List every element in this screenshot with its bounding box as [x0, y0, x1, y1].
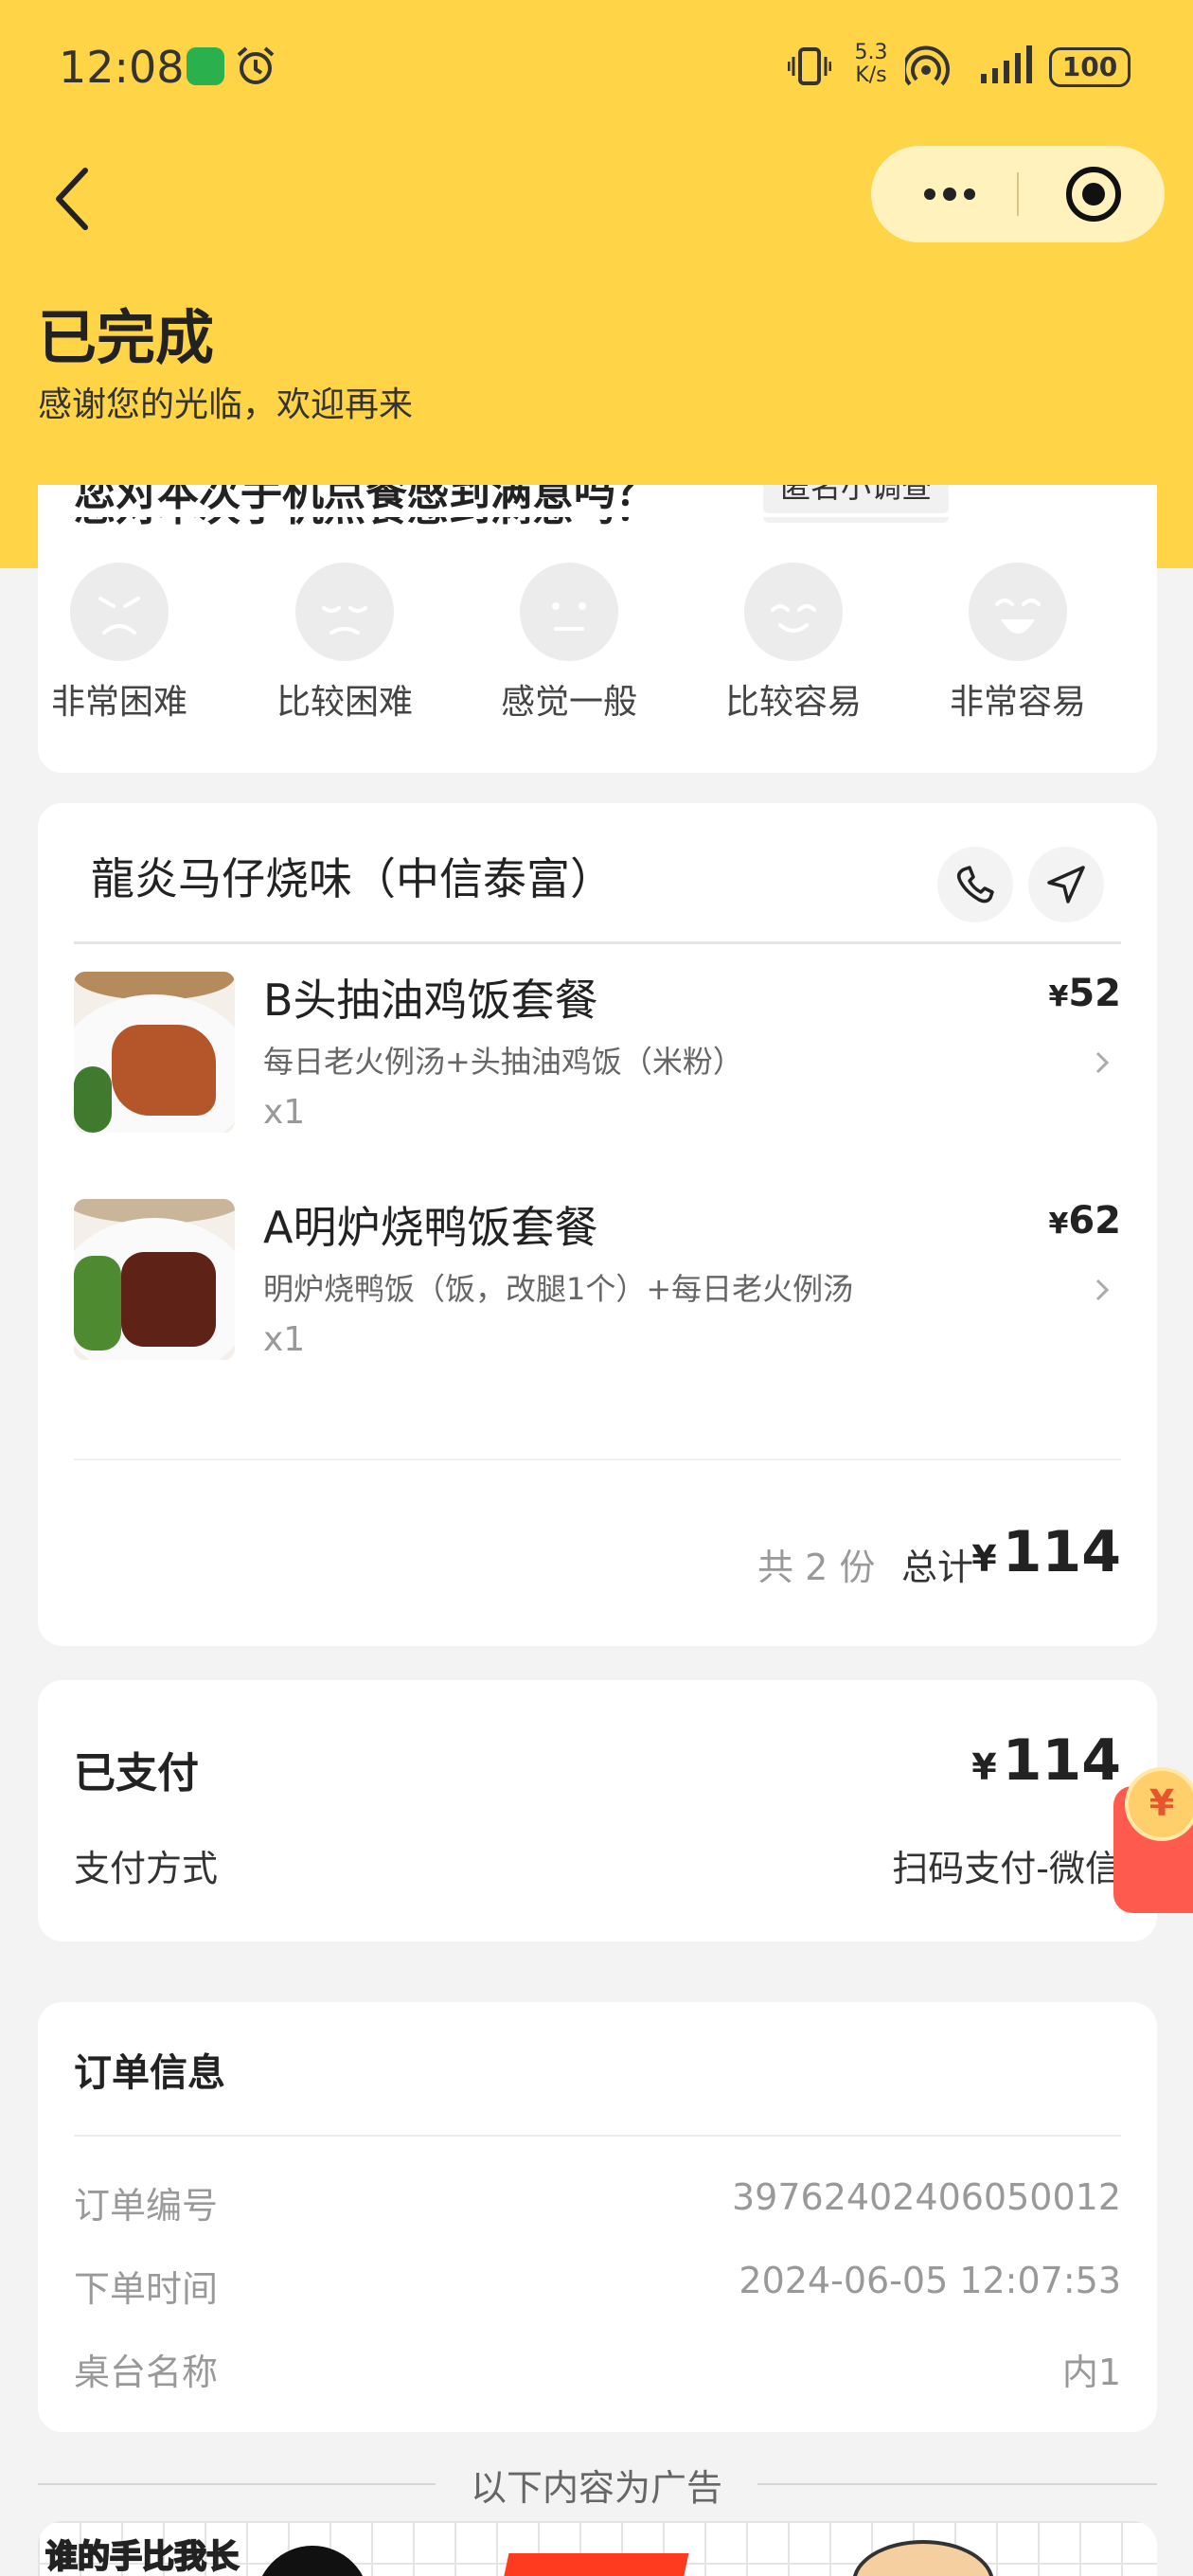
item-name: A明炉烧鸭饭套餐: [263, 1202, 598, 1253]
divider: [74, 2135, 1121, 2137]
red-packet-button[interactable]: ¥: [1113, 1767, 1193, 1913]
order-info-title: 订单信息: [74, 2051, 225, 2095]
rating-very-easy[interactable]: 非常容易: [923, 563, 1113, 724]
order-time-value: 2024-06-05 12:07:53: [739, 2260, 1121, 2301]
item-description: 明炉烧鸭饭（饭，改腿1个）+每日老火例汤: [263, 1271, 854, 1307]
paid-label: 已支付: [74, 1749, 199, 1798]
item-image: [74, 972, 235, 1133]
payment-method-label: 支付方式: [74, 1848, 219, 1889]
alarm-icon: [237, 46, 275, 84]
item-price: ¥62: [1048, 1199, 1121, 1243]
rating-label: 非常容易: [949, 683, 1086, 722]
order-status-subtitle: 感谢您的光临，欢迎再来: [38, 385, 414, 424]
signal-icon: [981, 45, 1032, 83]
more-options-button[interactable]: [871, 146, 1017, 242]
item-price: ¥52: [1048, 972, 1121, 1015]
total-amount: ¥114: [971, 1519, 1121, 1585]
paid-amount: ¥114: [971, 1727, 1121, 1794]
wechat-icon: [187, 47, 224, 85]
ad-cat-image: [852, 2540, 994, 2576]
item-description: 每日老火例汤+头抽油鸡饭（米粉）: [263, 1044, 743, 1080]
face-difficult-icon: [295, 563, 394, 661]
rating-label: 非常困难: [50, 683, 187, 722]
face-very-difficult-icon: [70, 563, 169, 661]
back-button[interactable]: [47, 161, 104, 237]
ad-banner[interactable]: 谁的手比我长: [38, 2521, 1157, 2576]
ad-banner-text: 谁的手比我长: [45, 2537, 240, 2576]
coin-icon: ¥: [1125, 1767, 1193, 1841]
rating-label: 比较困难: [276, 683, 413, 722]
table-name-label: 桌台名称: [74, 2352, 219, 2393]
order-item[interactable]: A明炉烧鸭饭套餐 明炉烧鸭饭（饭，改腿1个）+每日老火例汤 x1 ¥62: [74, 1199, 1121, 1369]
phone-button[interactable]: [937, 847, 1013, 922]
mini-program-capsule: [871, 146, 1165, 242]
ad-separator-line: [757, 2483, 1157, 2485]
order-item[interactable]: B头抽油鸡饭套餐 每日老火例汤+头抽油鸡饭（米粉） x1 ¥52: [74, 972, 1121, 1142]
payment-method-value: 扫码支付-微信: [892, 1848, 1121, 1889]
store-name[interactable]: 龍炎马仔烧味（中信泰富）: [91, 845, 614, 907]
face-very-easy-icon: [969, 563, 1067, 661]
ad-graphic-image: [494, 2553, 689, 2576]
item-image: [74, 1199, 235, 1360]
status-time: 12:08: [59, 42, 185, 93]
face-neutral-icon: [520, 563, 618, 661]
face-easy-icon: [744, 563, 843, 661]
rating-label: 感觉一般: [500, 683, 637, 722]
item-name: B头抽油鸡饭套餐: [263, 975, 598, 1026]
chevron-right-icon: [1095, 1279, 1110, 1301]
navigation-arrow-icon: [1047, 866, 1085, 903]
close-program-icon[interactable]: [1066, 167, 1121, 222]
total-label: 总计: [901, 1547, 974, 1588]
sticky-header: 12:08 5.3 K/s 100 已完成 感谢您的光临，欢迎再来: [0, 0, 1193, 485]
divider: [74, 941, 1121, 944]
survey-question-peek: 您对本次手机点餐感到满意吗？ 匿名小调查: [38, 485, 1157, 517]
navigate-button[interactable]: [1028, 847, 1104, 922]
capsule-divider: [1017, 172, 1019, 216]
item-quantity: x1: [263, 1320, 306, 1359]
chevron-right-icon: [1095, 1051, 1110, 1074]
order-time-label: 下单时间: [74, 2268, 219, 2310]
order-info-card: 订单信息 订单编号 39762402406050012 下单时间 2024-06…: [38, 2002, 1157, 2432]
rating-difficult[interactable]: 比较困难: [250, 563, 439, 724]
network-speed: 5.3 K/s: [854, 41, 888, 87]
rating-neutral[interactable]: 感觉一般: [474, 563, 664, 724]
rating-very-difficult[interactable]: 非常困难: [38, 563, 214, 724]
table-name-value: 内1: [1061, 2352, 1121, 2393]
ad-character-image: [256, 2546, 369, 2576]
order-number-label: 订单编号: [74, 2185, 219, 2227]
battery-icon: 100: [1049, 47, 1131, 87]
rating-label: 比较容易: [724, 683, 862, 722]
item-count: 共 2 份: [757, 1547, 876, 1588]
phone-icon: [956, 866, 994, 903]
order-number-value[interactable]: 39762402406050012: [732, 2176, 1121, 2218]
vibrate-icon: [788, 47, 831, 85]
order-status-title: 已完成: [38, 303, 215, 372]
payment-card: 已支付 ¥114 支付方式 扫码支付-微信: [38, 1680, 1157, 1941]
hotspot-icon: [905, 45, 950, 86]
divider: [74, 1458, 1121, 1460]
item-quantity: x1: [263, 1093, 306, 1132]
store-order-card: 龍炎马仔烧味（中信泰富） B头抽油鸡饭套餐 每日老火例汤+头抽油鸡饭（米粉） x…: [38, 803, 1157, 1646]
rating-easy[interactable]: 比较容易: [699, 563, 888, 724]
